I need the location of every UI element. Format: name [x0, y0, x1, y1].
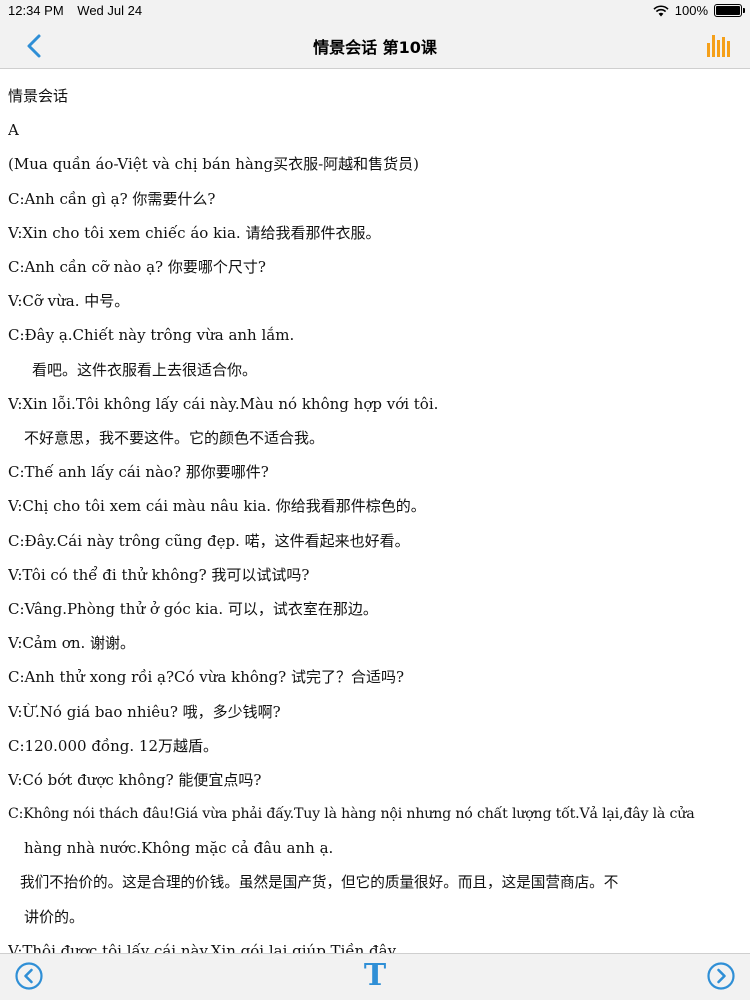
next-button[interactable]: [706, 961, 736, 991]
dialogue-translation: 看吧。这件衣服看上去很适合你。: [32, 360, 258, 379]
dialogue-line: C:120.000 đồng. 12万越盾。: [8, 736, 218, 755]
dialogue-translation: 我们不抬价的。这是合理的价钱。虽然是国产货，但它的质量很好。而且，这是国营商店。…: [20, 873, 619, 891]
dialogue-line: C:Vâng.Phòng thử ở góc kia. 可以，试衣室在那边。: [8, 600, 378, 619]
dialogue-line: C:Anh cần cỡ nào ạ? 你要哪个尺寸?: [8, 258, 266, 277]
page-title: 情景会话 第10课: [313, 38, 437, 57]
dialogue-line: V:Có bớt được không? 能便宜点吗?: [8, 771, 262, 790]
dialogue-line: V:Xin cho tôi xem chiếc áo kia. 请给我看那件衣服…: [8, 223, 381, 242]
battery-fill: [716, 6, 740, 15]
dialogue-translation: 不好意思，我不要这件。它的颜色不适合我。: [24, 429, 325, 448]
dialogue-line: C:Không nói thách đâu!Giá vừa phải đấy.T…: [8, 806, 695, 823]
dialogue-line: V:Thôi được,tôi lấy cái này.Xin gói lại …: [8, 942, 399, 954]
battery-percent: 100%: [674, 3, 708, 18]
dialogue-line: V:Cỡ vừa. 中号。: [8, 292, 130, 311]
nav-bar: 情景会话 第10课: [0, 22, 750, 69]
circle-chevron-left-icon: [15, 962, 43, 990]
lesson-content: 情景会话 A (Mua quần áo-Việt và chị bán hàng…: [8, 79, 742, 954]
dialogue-line: V:Xin lỗi.Tôi không lấy cái này.Màu nó k…: [8, 394, 439, 413]
wifi-icon: [653, 4, 669, 16]
dialogue-translation: 讲价的。: [24, 907, 85, 926]
previous-button[interactable]: [14, 961, 44, 991]
section-label: A: [8, 121, 19, 140]
dialogue-line: V:Ừ.Nó giá bao nhiêu? 哦，多少钱啊?: [8, 702, 281, 721]
dialogue-line: C:Đây ạ.Chiết này trông vừa anh lắm.: [8, 326, 295, 345]
dialogue-line: C:Đây.Cái này trông cũng đẹp. 喏，这件看起来也好看…: [8, 531, 410, 550]
dialogue-line: C:Anh cần gì ạ? 你需要什么?: [8, 189, 216, 208]
battery-icon: [714, 4, 745, 17]
dialogue-line: V:Tôi có thể đi thử không? 我可以试试吗?: [8, 565, 310, 584]
dialogue-line: V:Chị cho tôi xem cái màu nâu kia. 你给我看那…: [8, 497, 426, 516]
dialogue-line: V:Cảm ơn. 谢谢。: [8, 634, 136, 653]
bar-chart-icon: [707, 35, 730, 57]
status-time: 12:34 PM: [8, 3, 64, 18]
status-bar: 12:34 PM Wed Jul 24 100%: [0, 0, 750, 22]
status-right: 100%: [653, 3, 745, 18]
statistics-button[interactable]: [706, 32, 732, 58]
circle-chevron-right-icon: [707, 962, 735, 990]
dialogue-line-continued: hàng nhà nước.Không mặc cả đâu anh ạ.: [24, 839, 334, 858]
status-left: 12:34 PM Wed Jul 24: [8, 3, 152, 18]
lesson-heading: 情景会话: [8, 87, 69, 105]
status-date: Wed Jul 24: [77, 3, 143, 18]
font-size-button[interactable]: T: [360, 958, 390, 994]
bottom-toolbar: T: [0, 953, 750, 1000]
dialogue-line: (Mua quần áo-Việt và chị bán hàng买衣服-阿越和…: [8, 155, 420, 174]
dialogue-line: C:Thế anh lấy cái nào? 那你要哪件?: [8, 463, 269, 482]
dialogue-line: C:Anh thử xong rồi ạ?Có vừa không? 试完了？合…: [8, 668, 405, 687]
